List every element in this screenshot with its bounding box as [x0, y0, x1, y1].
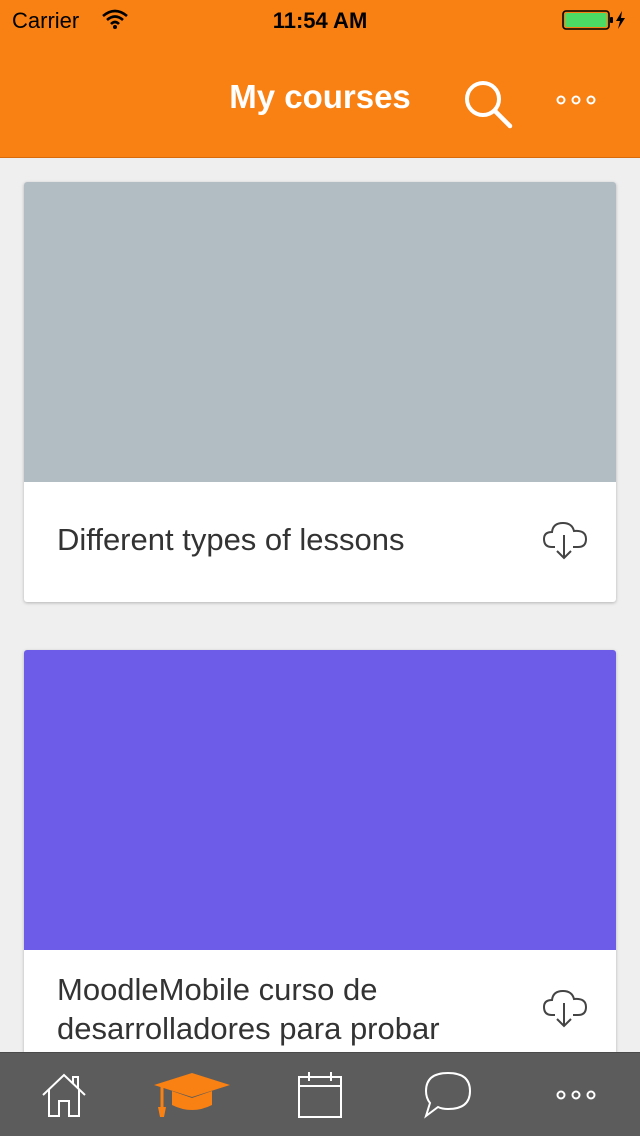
search-button[interactable]: [462, 78, 514, 130]
page-title: My courses: [229, 78, 411, 115]
course-download-button[interactable]: [542, 520, 588, 562]
battery-icon: [562, 10, 628, 35]
more-horizontal-icon: [556, 1090, 596, 1100]
course-image: [24, 182, 616, 482]
home-icon: [42, 1073, 86, 1117]
calendar-icon: [298, 1072, 342, 1118]
search-icon: [465, 81, 513, 129]
tab-home[interactable]: [0, 1053, 128, 1136]
bottom-tab-bar: [0, 1052, 640, 1136]
tab-messages[interactable]: [384, 1053, 512, 1136]
cloud-download-icon: [542, 521, 588, 560]
course-list: Different types of lessons MoodleMobile …: [0, 158, 640, 1052]
course-download-button[interactable]: [542, 988, 588, 1030]
tab-more[interactable]: [512, 1053, 640, 1136]
status-time: 11:54 AM: [272, 8, 368, 33]
chat-bubble-icon: [424, 1071, 472, 1119]
more-horizontal-icon: [556, 95, 596, 105]
course-image: [24, 650, 616, 950]
graduation-cap-icon: [154, 1073, 230, 1117]
course-title: Different types of lessons: [57, 522, 405, 557]
course-card[interactable]: MoodleMobile curso de desarrolladores pa…: [24, 650, 616, 1052]
cloud-download-icon: [542, 989, 588, 1028]
course-card[interactable]: Different types of lessons: [24, 182, 616, 602]
more-options-button[interactable]: [552, 90, 600, 110]
status-bar: Carrier 11:54 AM: [0, 0, 640, 40]
tab-calendar[interactable]: [256, 1053, 384, 1136]
tab-my-courses[interactable]: [128, 1053, 256, 1136]
app-header: My courses: [0, 40, 640, 158]
course-title: MoodleMobile curso de desarrolladores pa…: [57, 972, 440, 1046]
